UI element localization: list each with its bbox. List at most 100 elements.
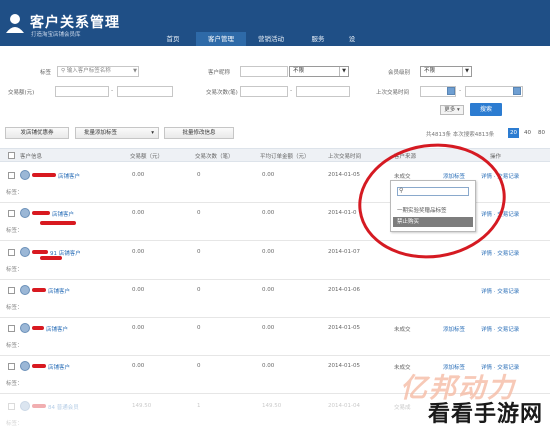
- action-toolbar: 发店铺优惠券 批量添加标签 ▾ 批量修改信息 共4813条 本次搜索4813条 2…: [0, 125, 550, 141]
- row-tag-label: 标签：: [6, 190, 23, 196]
- last-trade-time: 2014-01-04: [328, 403, 360, 409]
- redaction-mark: [32, 211, 50, 215]
- avg-order: 0.00: [262, 363, 275, 369]
- trade-count-max[interactable]: [296, 86, 350, 97]
- more-filters-button[interactable]: 更多 ▾: [440, 105, 464, 115]
- customer-source: 未成交: [394, 327, 411, 333]
- trade-amount: 0.00: [132, 249, 145, 255]
- customer-name[interactable]: 店铺客户: [48, 287, 70, 295]
- nav-customer-management[interactable]: 客户管理: [196, 32, 246, 46]
- watermark-bottom: 看看手游网: [428, 402, 544, 427]
- popup-tag-option-selected[interactable]: 禁止购买: [393, 217, 473, 227]
- customer-name[interactable]: 84 普通会员: [48, 403, 79, 411]
- trade-count: 0: [197, 210, 201, 216]
- row-tag-label: 标签：: [6, 267, 23, 273]
- popup-search-input[interactable]: ⚲: [397, 187, 469, 196]
- customer-name-input[interactable]: [240, 66, 288, 77]
- row-actions[interactable]: 详情 · 交易记录: [481, 287, 519, 295]
- trade-amount-min[interactable]: [55, 86, 109, 97]
- row-checkbox[interactable]: [8, 287, 15, 294]
- tag-filter-input[interactable]: ⚲ 输入客户标签名称 ▼: [57, 66, 139, 77]
- trade-amount-max[interactable]: [117, 86, 173, 97]
- chevron-down-icon: ▼: [339, 67, 348, 76]
- last-trade-time: 2014-01-05: [328, 172, 360, 178]
- app-header: 客户关系管理 打造淘宝店铺会员库 首页 客户管理 营销活动 服务 设: [0, 0, 550, 46]
- select-all-checkbox[interactable]: [8, 152, 15, 159]
- trade-count-label: 交易次数(笔): [206, 90, 238, 96]
- tag-filter-label: 标签: [40, 70, 52, 76]
- redaction-mark: [40, 221, 76, 225]
- row-actions[interactable]: 详情 · 交易记录: [481, 249, 519, 257]
- chevron-down-icon: ▼: [462, 67, 471, 76]
- row-tag-label: 标签：: [6, 305, 23, 311]
- tag-dropdown-popup: ⚲ 一期实验奖赠品标签 禁止购买: [390, 180, 476, 232]
- nav-home[interactable]: 首页: [150, 32, 196, 46]
- redaction-mark: [32, 404, 46, 408]
- row-tag-label: 标签：: [6, 228, 23, 234]
- row-checkbox[interactable]: [8, 403, 15, 410]
- redaction-mark: [40, 256, 62, 260]
- last-trade-time: 2014-01-05: [328, 363, 360, 369]
- batch-edit-info-button[interactable]: 批量修改信息: [164, 127, 234, 139]
- redaction-mark: [32, 173, 56, 177]
- redaction-mark: [32, 364, 46, 368]
- member-level-select[interactable]: 不限 ▼: [420, 66, 472, 77]
- redaction-mark: [32, 288, 46, 292]
- calendar-icon[interactable]: [447, 87, 455, 95]
- col-avg-order: 平均订单金额（元）: [260, 154, 310, 160]
- col-customer-info: 客户信息: [20, 154, 43, 160]
- trade-count: 0: [197, 363, 201, 369]
- chevron-down-icon: ▼: [133, 68, 137, 74]
- row-checkbox[interactable]: [8, 210, 15, 217]
- avg-order: 149.50: [262, 403, 282, 409]
- customer-name[interactable]: 店铺客户: [48, 363, 70, 371]
- avg-order: 0.00: [262, 172, 275, 178]
- name-match-select[interactable]: 不限 ▼: [289, 66, 349, 77]
- batch-add-tag-button[interactable]: 批量添加标签 ▾: [75, 127, 159, 139]
- calendar-icon[interactable]: [513, 87, 521, 95]
- add-tag-link[interactable]: 添加标签: [443, 325, 465, 333]
- col-last-trade: 上次交易时间: [328, 154, 362, 160]
- row-actions[interactable]: 详情 · 交易记录: [481, 325, 519, 333]
- app-title: 客户关系管理: [30, 15, 120, 31]
- avg-order: 0.00: [262, 287, 275, 293]
- row-checkbox[interactable]: [8, 325, 15, 332]
- redaction-mark: [32, 250, 48, 254]
- trade-amount: 149.50: [132, 403, 152, 409]
- row-tag-label: 标签：: [6, 343, 23, 349]
- nav-settings[interactable]: 设: [340, 32, 364, 46]
- logo-icon: [6, 14, 24, 33]
- trade-count: 0: [197, 325, 201, 331]
- send-coupon-button[interactable]: 发店铺优惠券: [5, 127, 69, 139]
- avg-order: 0.00: [262, 249, 275, 255]
- row-checkbox[interactable]: [8, 363, 15, 370]
- table-row: 店铺客户 0.00 0 0.00 2014-01-05 未成交 添加标签 详情 · 交易记录标…: [0, 318, 550, 356]
- customer-name[interactable]: 店铺客户: [52, 210, 74, 218]
- avatar: [20, 247, 30, 257]
- member-level-label: 会员级别: [388, 70, 411, 76]
- redaction-mark: [32, 326, 44, 330]
- avatar: [20, 208, 30, 218]
- avatar: [20, 361, 30, 371]
- page-size-40[interactable]: 40: [522, 128, 533, 138]
- row-checkbox[interactable]: [8, 172, 15, 179]
- search-button[interactable]: 搜索: [470, 103, 502, 116]
- popup-tag-option[interactable]: 一期实验奖赠品标签: [393, 206, 473, 216]
- customer-name[interactable]: 店铺客户: [46, 325, 68, 333]
- nav-service[interactable]: 服务: [296, 32, 340, 46]
- row-checkbox[interactable]: [8, 249, 15, 256]
- search-icon: ⚲: [61, 68, 66, 74]
- nav-marketing[interactable]: 营销活动: [246, 32, 296, 46]
- trade-amount-label: 交易额(元): [8, 90, 35, 96]
- trade-amount: 0.00: [132, 210, 145, 216]
- page-size-20[interactable]: 20: [508, 128, 519, 138]
- customer-name[interactable]: 店铺客户: [58, 172, 80, 180]
- last-trade-time: 2014-01-07: [328, 249, 360, 255]
- trade-count: 0: [197, 249, 201, 255]
- row-tag-label: 标签：: [6, 421, 23, 427]
- page-size-80[interactable]: 80: [536, 128, 547, 138]
- trade-count: 0: [197, 287, 201, 293]
- avatar: [20, 401, 30, 411]
- trade-count: 1: [197, 403, 201, 409]
- trade-count-min[interactable]: [240, 86, 288, 97]
